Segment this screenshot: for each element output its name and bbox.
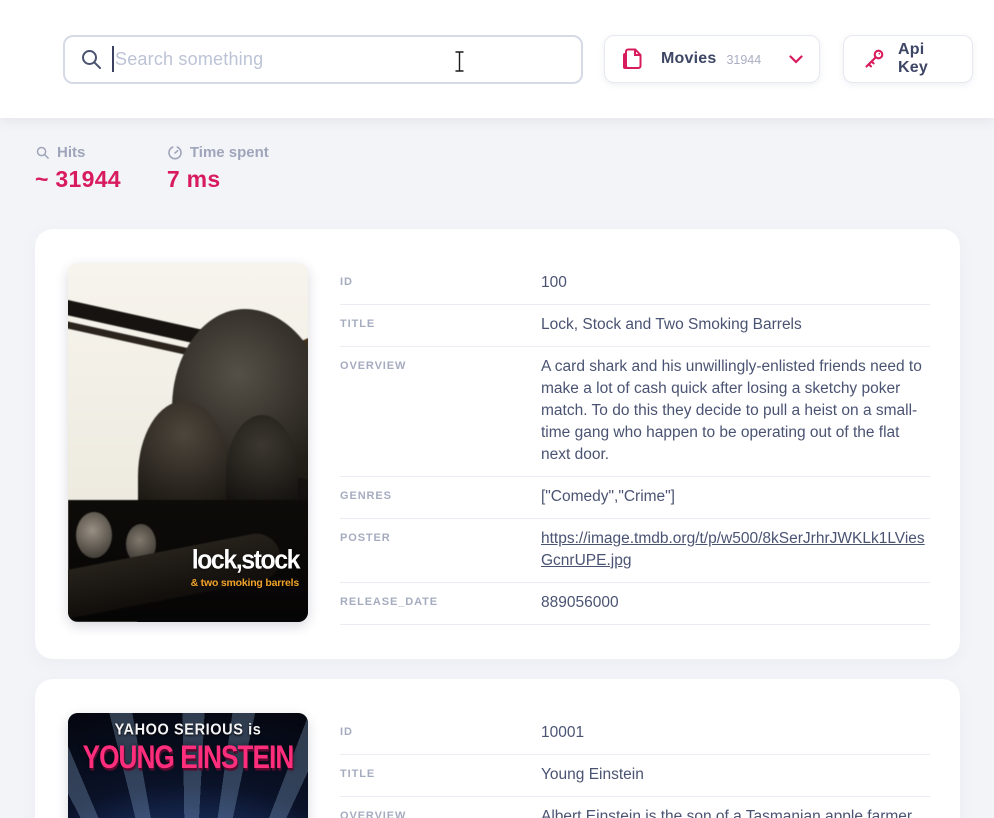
field-row-id: ID 100 — [340, 263, 930, 305]
search-input[interactable] — [115, 49, 567, 70]
field-value: ["Comedy","Crime"] — [541, 486, 930, 508]
poster-url-link[interactable]: https://image.tmdb.org/t/p/w500/8kSerJrh… — [541, 530, 925, 569]
document-fields: ID 10001 TITLE Young Einstein OVERVIEW A… — [340, 713, 930, 818]
field-value: 10001 — [541, 722, 930, 744]
field-label: RELEASE_DATE — [340, 592, 541, 614]
time-spent-stat: Time spent 7 ms — [167, 144, 269, 193]
hits-label: Hits — [57, 144, 85, 161]
result-card-lock-stock: lock,stock & two smoking barrels ID 100 … — [35, 229, 960, 659]
result-card-young-einstein: YAHOO SERIOUS is YOUNG EINSTEIN ID 10001… — [35, 679, 960, 818]
text-caret — [112, 46, 114, 72]
field-label: OVERVIEW — [340, 806, 541, 818]
poster-title-text: lock,stock — [192, 545, 299, 576]
field-value: Albert Einstein is the son of a Tasmania… — [541, 806, 930, 818]
field-row-poster: POSTER https://image.tmdb.org/t/p/w500/8… — [340, 519, 930, 583]
field-label: TITLE — [340, 314, 541, 336]
api-key-label: Api Key — [898, 41, 954, 77]
time-spent-label: Time spent — [190, 144, 269, 161]
movie-poster-young-einstein: YAHOO SERIOUS is YOUNG EINSTEIN — [68, 713, 308, 818]
header: Movies 31944 Api Key — [0, 0, 994, 118]
chevron-down-icon — [789, 55, 803, 64]
field-value: Young Einstein — [541, 764, 930, 786]
field-row-title: TITLE Young Einstein — [340, 755, 930, 797]
field-row-release-date: RELEASE_DATE 889056000 — [340, 583, 930, 625]
results-list: lock,stock & two smoking barrels ID 100 … — [0, 229, 994, 818]
field-label: OVERVIEW — [340, 356, 541, 466]
hits-stat: Hits ~ 31944 — [35, 144, 121, 193]
poster-title-text: YOUNG EINSTEIN — [80, 740, 296, 777]
stopwatch-icon — [167, 145, 183, 161]
document-fields: ID 100 TITLE Lock, Stock and Two Smoking… — [340, 263, 930, 625]
field-row-overview: OVERVIEW Albert Einstein is the son of a… — [340, 797, 930, 818]
field-value: 100 — [541, 272, 930, 294]
hits-search-icon — [35, 145, 50, 160]
field-label: POSTER — [340, 528, 541, 572]
hits-value: ~ 31944 — [35, 166, 121, 193]
movie-poster-lock-stock: lock,stock & two smoking barrels — [68, 263, 308, 622]
field-value: Lock, Stock and Two Smoking Barrels — [541, 314, 930, 336]
field-row-id: ID 10001 — [340, 713, 930, 755]
poster-subtitle-text: & two smoking barrels — [191, 577, 299, 589]
poster-top-text: YAHOO SERIOUS is — [68, 721, 308, 739]
field-label: TITLE — [340, 764, 541, 786]
field-label: ID — [340, 272, 541, 294]
stats-bar: Hits ~ 31944 Time spent 7 ms — [0, 118, 994, 193]
api-key-button[interactable]: Api Key — [843, 35, 973, 83]
search-icon — [79, 47, 103, 71]
field-row-genres: GENRES ["Comedy","Crime"] — [340, 477, 930, 519]
field-value: 889056000 — [541, 592, 930, 614]
index-name: Movies — [661, 50, 716, 68]
field-row-title: TITLE Lock, Stock and Two Smoking Barrel… — [340, 305, 930, 347]
search-bar[interactable] — [63, 35, 583, 84]
key-icon — [862, 47, 886, 71]
documents-icon — [619, 46, 645, 72]
field-value: A card shark and his unwillingly-enliste… — [541, 356, 930, 466]
field-row-overview: OVERVIEW A card shark and his unwillingl… — [340, 347, 930, 477]
index-doc-count: 31944 — [726, 53, 761, 67]
ibeam-cursor-icon — [453, 50, 466, 73]
field-label: ID — [340, 722, 541, 744]
time-spent-value: 7 ms — [167, 166, 269, 193]
index-selector[interactable]: Movies 31944 — [604, 35, 820, 83]
field-label: GENRES — [340, 486, 541, 508]
